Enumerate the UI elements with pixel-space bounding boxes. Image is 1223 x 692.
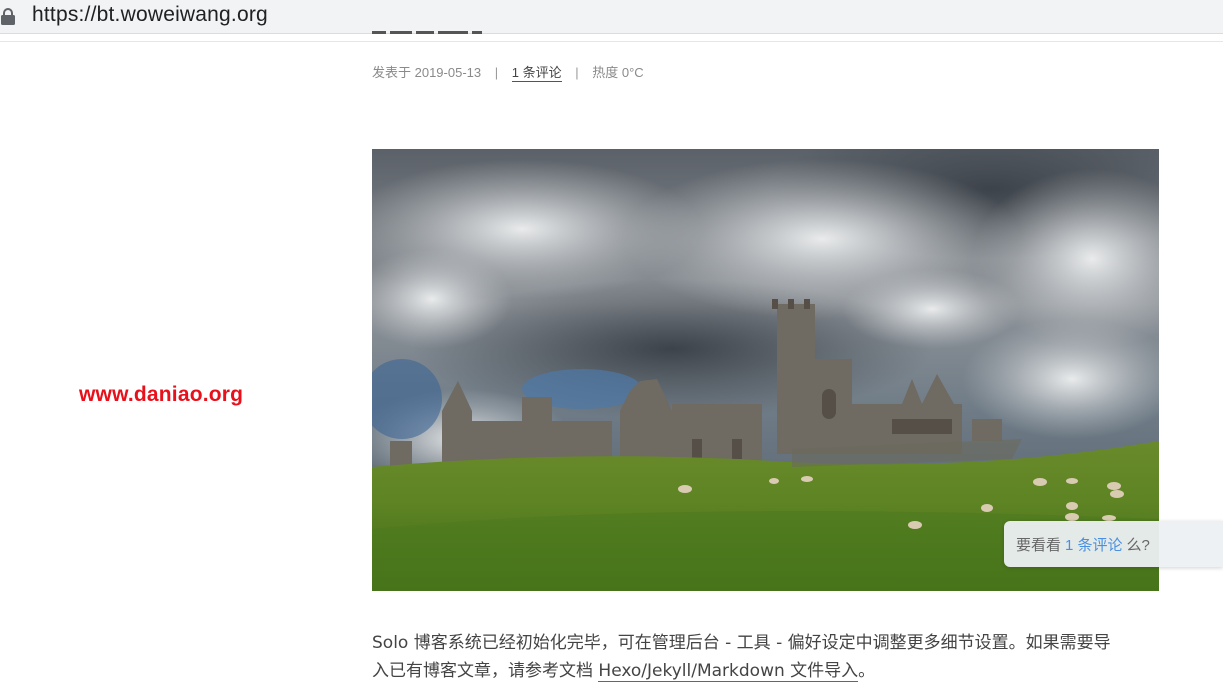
body-line-2-text: 入已有博客文章，请参考文档: [372, 661, 599, 681]
divider: [0, 41, 1223, 42]
comment-hint-banner[interactable]: 要看看 1 条评论 么?: [1004, 521, 1223, 567]
lock-icon: [1, 8, 15, 25]
url-text[interactable]: https://bt.woweiwang.org: [32, 3, 268, 27]
meta-separator: |: [575, 65, 579, 80]
heat-indicator: 热度 0°C: [592, 65, 644, 80]
watermark: www.daniao.org: [79, 383, 244, 406]
meta-separator: |: [494, 65, 499, 80]
import-doc-link[interactable]: Hexo/Jekyll/Markdown 文件导入: [598, 661, 859, 682]
comment-hint-prefix: 要看看: [1016, 536, 1062, 554]
body-line-2-end: 。: [858, 661, 876, 681]
publish-date: 发表于 2019-05-13: [372, 65, 482, 80]
body-line-1: Solo 博客系统已经初始化完毕，可在管理后台 - 工具 - 偏好设定中调整更多…: [372, 633, 1111, 653]
comments-link[interactable]: 1 条评论: [511, 65, 562, 82]
comment-hint-link[interactable]: 1 条评论: [1065, 534, 1123, 555]
article-body: Solo 博客系统已经初始化完毕，可在管理后台 - 工具 - 偏好设定中调整更多…: [372, 629, 1162, 685]
browser-address-bar[interactable]: https://bt.woweiwang.org: [0, 0, 1223, 34]
article-meta: 发表于 2019-05-13 | 1 条评论 | 热度 0°C: [372, 62, 644, 82]
comment-hint-suffix: 么?: [1126, 536, 1150, 554]
article-title-cutoff: [372, 29, 512, 35]
body-line-2: 入已有博客文章，请参考文档 Hexo/Jekyll/Markdown 文件导入。: [372, 657, 1162, 685]
